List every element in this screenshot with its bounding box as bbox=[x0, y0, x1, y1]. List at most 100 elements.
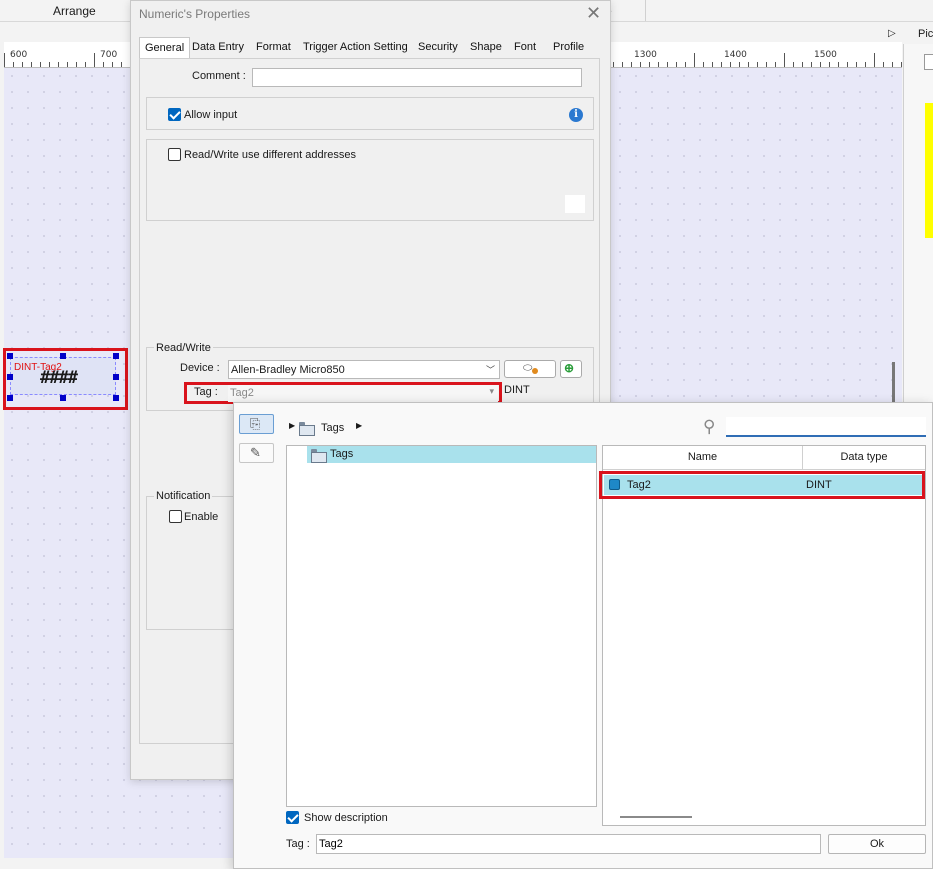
ruler-tick bbox=[712, 62, 713, 67]
tab-data-entry[interactable]: Data Entry bbox=[187, 37, 249, 59]
ruler-tick bbox=[49, 62, 50, 67]
tab-general[interactable]: General bbox=[139, 37, 191, 59]
info-icon[interactable]: i bbox=[569, 108, 583, 122]
allow-input-label: Allow input bbox=[184, 109, 238, 121]
tab-strip: General Data Entry Format Trigger Action… bbox=[139, 37, 589, 59]
edit-button[interactable]: ✎ bbox=[239, 443, 274, 463]
ruler-label: 700 bbox=[100, 50, 118, 60]
link-tag-icon: ⬭ bbox=[523, 362, 533, 374]
notification-title: Notification bbox=[154, 490, 213, 502]
ruler-label: 1500 bbox=[814, 50, 837, 60]
ruler-tick bbox=[883, 62, 884, 67]
enable-label: Enable bbox=[184, 511, 219, 523]
ruler-tick bbox=[4, 53, 5, 67]
comment-input[interactable] bbox=[252, 68, 582, 87]
ruler-tick bbox=[748, 62, 749, 67]
search-input[interactable] bbox=[726, 417, 926, 437]
tag-picker-popup: ⎘ ✎ ▶ Tags ▶ ⚲ Tags Name Data type Tag2 … bbox=[233, 402, 933, 869]
ruler-tick bbox=[874, 53, 875, 67]
ruler-tick bbox=[640, 62, 641, 67]
ruler-tick bbox=[703, 62, 704, 67]
ruler-tick bbox=[658, 62, 659, 67]
tree-item-label: Tags bbox=[330, 448, 354, 460]
ruler-label: 600 bbox=[10, 50, 28, 60]
comment-label: Comment : bbox=[192, 70, 246, 82]
ruler-tick bbox=[847, 62, 848, 67]
tab-font[interactable]: Font bbox=[509, 37, 541, 59]
new-folder-button[interactable]: ⎘ bbox=[239, 414, 274, 434]
folder-icon bbox=[311, 449, 327, 463]
ruler-tick bbox=[103, 62, 104, 67]
tag-datatype: DINT bbox=[504, 384, 530, 396]
folder-icon bbox=[299, 422, 315, 436]
list-scrollbar[interactable] bbox=[620, 816, 692, 818]
ruler-tick bbox=[901, 62, 902, 67]
breadcrumb-tags[interactable]: Tags bbox=[321, 422, 344, 434]
device-select[interactable]: Allen-Bradley Micro850 ﹀ bbox=[228, 360, 500, 379]
chevron-down-icon: ▾ bbox=[489, 386, 494, 396]
caret-right-icon[interactable]: ▶ bbox=[356, 421, 362, 430]
ruler-tick bbox=[85, 62, 86, 67]
enable-checkbox[interactable] bbox=[169, 510, 182, 523]
caret-right-icon[interactable]: ▶ bbox=[289, 421, 295, 430]
tag-list[interactable]: Name Data type Tag2 DINT bbox=[599, 445, 926, 826]
ruler-tick bbox=[58, 62, 59, 67]
read-write-title: Read/Write bbox=[154, 342, 213, 354]
ruler-tick bbox=[40, 62, 41, 67]
link-tag-button[interactable]: ⬭ bbox=[504, 360, 556, 378]
rw-different-checkbox[interactable] bbox=[168, 148, 181, 161]
search-icon: ⚲ bbox=[703, 417, 716, 436]
tag-label: Tag : bbox=[194, 386, 218, 398]
address-group: Read/Write use different addresses bbox=[146, 139, 594, 221]
tag-value: Tag2 bbox=[230, 387, 254, 399]
tree-item-tags[interactable]: Tags bbox=[307, 446, 596, 463]
column-name[interactable]: Name bbox=[603, 446, 803, 470]
ruler-tick bbox=[31, 62, 32, 67]
ruler-tick bbox=[121, 62, 122, 67]
ruler-tick bbox=[892, 62, 893, 67]
object-highlight bbox=[3, 348, 128, 410]
tag-select[interactable]: Tag2 ▾ bbox=[228, 385, 498, 402]
close-icon[interactable]: ✕ bbox=[586, 3, 601, 24]
ruler-tick bbox=[838, 62, 839, 67]
column-datatype[interactable]: Data type bbox=[803, 446, 925, 470]
tab-security[interactable]: Security bbox=[413, 37, 463, 59]
ruler-tick bbox=[739, 62, 740, 67]
ruler-tick bbox=[865, 62, 866, 67]
tab-shape[interactable]: Shape bbox=[465, 37, 507, 59]
ribbon-tab-arrange[interactable]: Arrange bbox=[53, 4, 96, 18]
ruler-tick bbox=[613, 62, 614, 67]
ruler-tick bbox=[685, 62, 686, 67]
ruler-tick bbox=[94, 53, 95, 67]
ruler-tick bbox=[649, 62, 650, 67]
new-folder-icon: ⎘ bbox=[250, 416, 261, 431]
tab-trigger-action-setting[interactable]: Trigger Action Setting bbox=[298, 37, 413, 59]
tab-profile[interactable]: Profile bbox=[548, 37, 589, 59]
canvas-scrollbar[interactable] bbox=[892, 362, 895, 404]
edit-icon: ✎ bbox=[250, 445, 261, 460]
ruler-tick bbox=[112, 62, 113, 67]
ruler-tick bbox=[811, 62, 812, 67]
ruler-tick bbox=[793, 62, 794, 67]
scroll-right-icon[interactable]: ▷ bbox=[888, 28, 896, 39]
picture-panel-field[interactable] bbox=[924, 54, 933, 70]
ruler-tick bbox=[775, 62, 776, 67]
tag-tree[interactable]: Tags bbox=[286, 445, 597, 807]
show-description-label: Show description bbox=[304, 812, 388, 824]
show-description-checkbox[interactable] bbox=[286, 811, 299, 824]
ruler-tick bbox=[820, 62, 821, 67]
device-value: Allen-Bradley Micro850 bbox=[231, 364, 345, 376]
ruler-tick bbox=[76, 62, 77, 67]
ruler-tick bbox=[676, 62, 677, 67]
ruler-label: 1400 bbox=[724, 50, 747, 60]
device-label: Device : bbox=[180, 362, 220, 374]
ruler-tick bbox=[757, 62, 758, 67]
chevron-down-icon: ﹀ bbox=[485, 365, 495, 375]
add-tag-button[interactable]: ⊕ bbox=[560, 360, 582, 378]
allow-input-group: Allow input i bbox=[146, 97, 594, 130]
picker-tag-input[interactable] bbox=[316, 834, 821, 854]
ok-button[interactable]: Ok bbox=[828, 834, 926, 854]
allow-input-checkbox[interactable] bbox=[168, 108, 181, 121]
tab-format[interactable]: Format bbox=[251, 37, 296, 59]
ruler-label: 1300 bbox=[634, 50, 657, 60]
